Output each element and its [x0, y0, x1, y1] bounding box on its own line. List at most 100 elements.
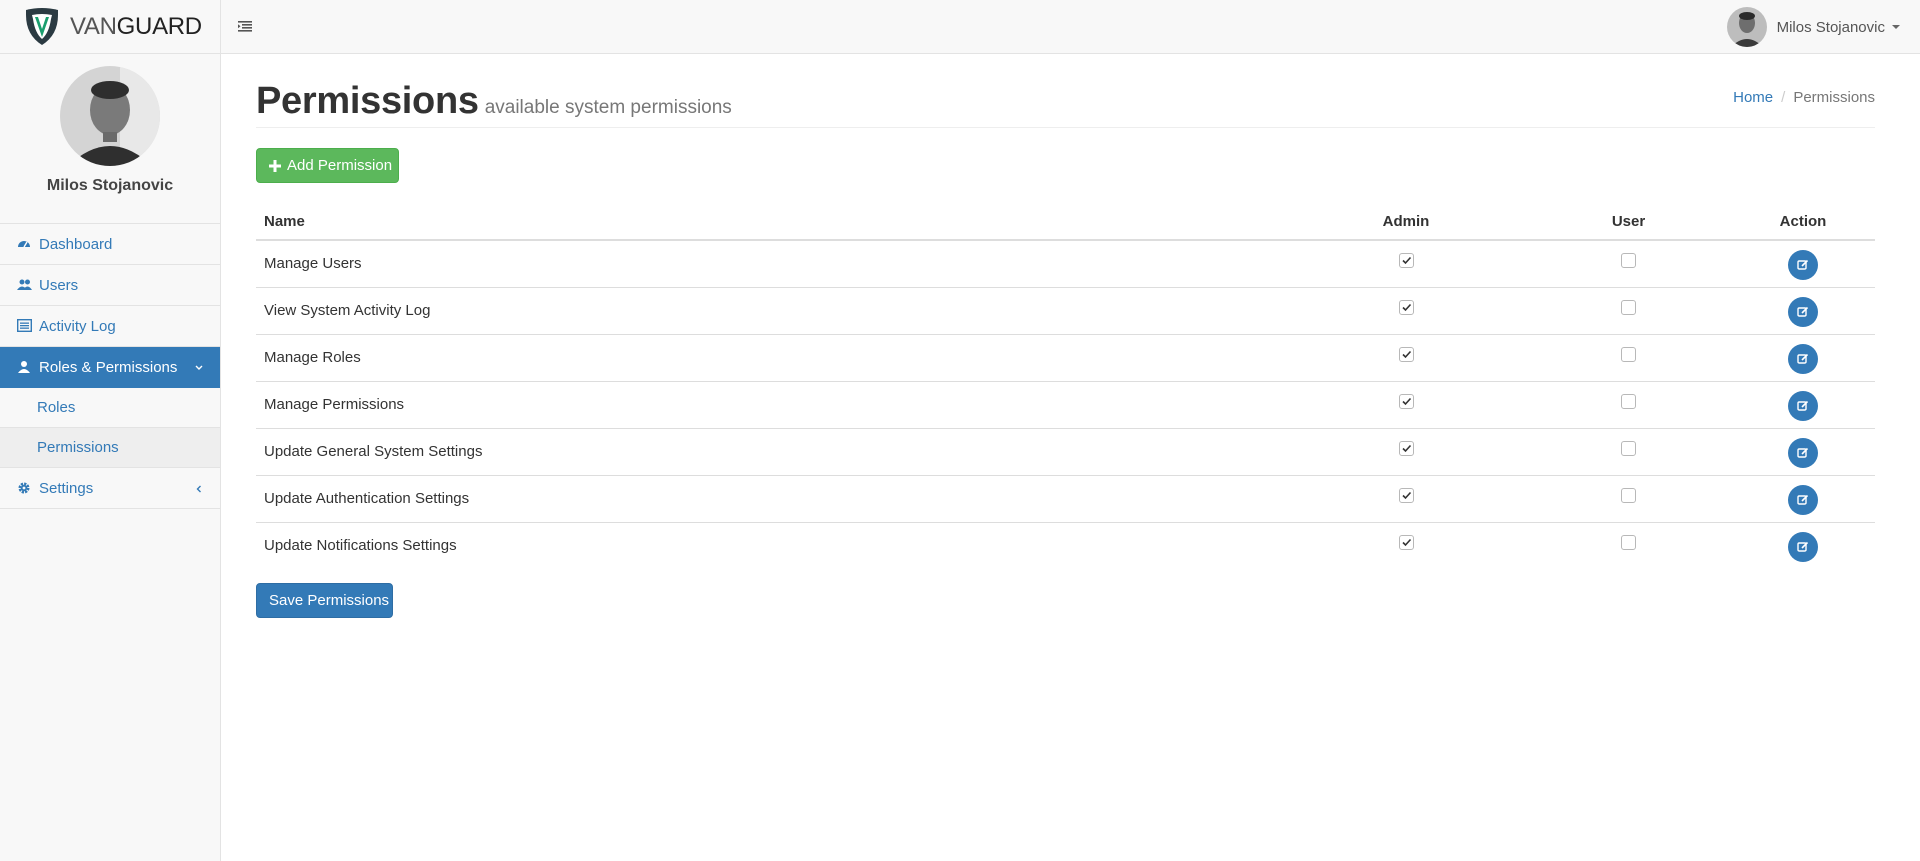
- avatar: [60, 66, 160, 166]
- page-header: Permissions available system permissions …: [256, 54, 1875, 128]
- column-header-user: User: [1526, 203, 1731, 241]
- header-user-name: Milos Stojanovic: [1776, 18, 1885, 36]
- action-cell: [1731, 333, 1875, 381]
- admin-cell: [1286, 286, 1526, 334]
- edit-permission-button[interactable]: [1788, 249, 1818, 280]
- brand-logo[interactable]: VANGUARD: [0, 0, 221, 53]
- action-cell: [1731, 427, 1875, 475]
- admin-permission-checkbox[interactable]: [1398, 299, 1414, 315]
- page-subtitle: available system permissions: [484, 97, 732, 118]
- sidebar-subitem-roles[interactable]: Roles: [0, 388, 220, 428]
- user-permission-checkbox[interactable]: [1621, 252, 1636, 268]
- edit-icon: [1797, 447, 1809, 459]
- edit-permission-button[interactable]: [1788, 484, 1818, 515]
- column-header-name: Name: [256, 203, 1286, 241]
- edit-icon: [1797, 353, 1809, 365]
- brand-name-part-1: VAN: [70, 12, 117, 40]
- edit-icon: [1797, 306, 1809, 318]
- edit-icon: [1797, 494, 1809, 506]
- permission-name: Update Authentication Settings: [256, 474, 1286, 522]
- sidebar-item-label: Dashboard: [39, 235, 113, 253]
- sidebar-subitem-label: Permissions: [37, 439, 119, 456]
- sidebar-item-label: Roles & Permissions: [39, 358, 178, 376]
- breadcrumb-home-link[interactable]: Home: [1733, 89, 1773, 106]
- user-permission-checkbox[interactable]: [1621, 534, 1636, 550]
- user-permission-checkbox[interactable]: [1621, 487, 1636, 503]
- sidebar-item-users[interactable]: Users: [0, 265, 220, 306]
- page-title: Permissions available system permissions: [256, 80, 732, 123]
- sidebar-item-roles-permissions[interactable]: Roles & Permissions: [0, 347, 220, 388]
- caret-down-icon: [1892, 25, 1900, 29]
- sidebar-item-settings[interactable]: Settings: [0, 468, 220, 509]
- permission-name: Manage Users: [264, 255, 362, 273]
- user-cell: [1526, 521, 1731, 569]
- table-row: View System Activity Log: [256, 286, 1875, 334]
- breadcrumb-current: Permissions: [1793, 89, 1875, 106]
- admin-permission-checkbox[interactable]: [1398, 252, 1414, 268]
- table-row: Update Notifications Settings: [256, 521, 1875, 569]
- action-cell: [1731, 240, 1875, 287]
- table-row: Update Authentication Settings: [256, 474, 1875, 522]
- sidebar-item-label: Settings: [39, 479, 94, 497]
- user-menu-dropdown[interactable]: Milos Stojanovic: [1726, 6, 1900, 48]
- users-icon: [17, 278, 32, 292]
- user-cell: [1526, 427, 1731, 475]
- column-header-admin: Admin: [1286, 203, 1526, 241]
- sidebar-subitem-permissions[interactable]: Permissions: [0, 428, 220, 468]
- edit-permission-button[interactable]: [1788, 296, 1818, 327]
- user-permission-checkbox[interactable]: [1621, 299, 1636, 315]
- user-permission-checkbox[interactable]: [1621, 393, 1636, 409]
- user-cell: [1526, 380, 1731, 428]
- permission-name: Update Notifications Settings: [256, 521, 1286, 569]
- permissions-table-body: Manage Users View System Activity Log Mana…: [256, 240, 1875, 569]
- sidebar-subitem-label: Roles: [37, 399, 76, 416]
- edit-icon: [1797, 259, 1809, 271]
- admin-cell: [1286, 521, 1526, 569]
- edit-permission-button[interactable]: [1788, 531, 1818, 562]
- user-permission-checkbox[interactable]: [1621, 440, 1636, 456]
- sidebar-item-label: Activity Log: [39, 317, 116, 335]
- add-permission-button[interactable]: Add Permission: [256, 148, 399, 183]
- admin-permission-checkbox[interactable]: [1398, 393, 1414, 409]
- edit-icon: [1797, 400, 1809, 412]
- permission-name: View System Activity Log: [256, 286, 1286, 334]
- permission-name: Manage Roles: [256, 333, 1286, 381]
- dashboard-icon: [17, 237, 32, 251]
- action-cell: [1731, 474, 1875, 522]
- table-row: Manage Users: [256, 240, 1875, 287]
- add-permission-label: Add Permission: [287, 157, 393, 174]
- user-icon: [17, 360, 32, 374]
- edit-permission-button[interactable]: [1788, 390, 1818, 421]
- table-header-row: Name Admin User Action: [256, 203, 1875, 241]
- save-permissions-button[interactable]: Save Permissions: [256, 583, 393, 618]
- edit-permission-button[interactable]: [1788, 343, 1818, 374]
- user-cell: [1526, 286, 1731, 334]
- top-navbar: VANGUARD Milos Stojanovic: [0, 0, 1920, 54]
- plus-icon: [269, 159, 281, 172]
- brand-name: VANGUARD: [70, 13, 202, 41]
- column-header-action: Action: [1731, 203, 1875, 241]
- admin-permission-checkbox[interactable]: [1398, 534, 1414, 550]
- brand-name-part-2: GUARD: [116, 12, 202, 40]
- shield-logo-icon: [26, 7, 58, 45]
- user-cell: [1526, 474, 1731, 522]
- sidebar-toggle-icon[interactable]: [236, 17, 254, 35]
- admin-cell: [1286, 333, 1526, 381]
- admin-permission-checkbox[interactable]: [1398, 487, 1414, 503]
- user-cell: [1526, 240, 1731, 287]
- sidebar-item-dashboard[interactable]: Dashboard: [0, 224, 220, 265]
- admin-cell: [1286, 240, 1526, 287]
- permission-name: Manage Permissions: [256, 380, 1286, 428]
- edit-icon: [1797, 541, 1809, 553]
- permission-name: Update General System Settings: [256, 427, 1286, 475]
- user-permission-checkbox[interactable]: [1621, 346, 1636, 362]
- admin-permission-checkbox[interactable]: [1398, 346, 1414, 362]
- table-row: Manage Roles: [256, 333, 1875, 381]
- sidebar-item-activity-log[interactable]: Activity Log: [0, 306, 220, 347]
- admin-permission-checkbox[interactable]: [1398, 440, 1414, 456]
- admin-cell: [1286, 380, 1526, 428]
- table-row: Update General System Settings: [256, 427, 1875, 475]
- main-content: Permissions available system permissions …: [256, 54, 1875, 618]
- sidebar-profile: Milos Stojanovic: [0, 66, 220, 224]
- edit-permission-button[interactable]: [1788, 437, 1818, 468]
